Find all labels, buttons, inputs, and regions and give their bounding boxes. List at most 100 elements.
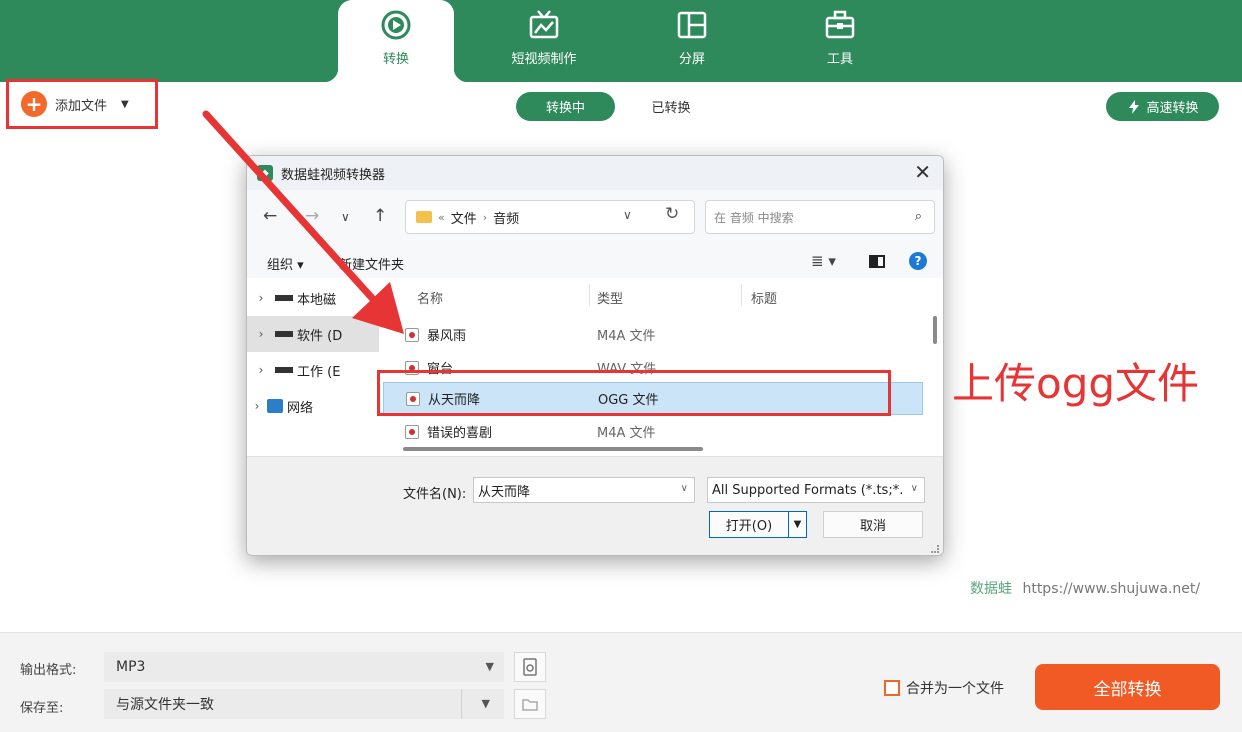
chevron-down-icon: ∨ [908,483,918,494]
dialog-title: 数据蛙视频转换器 [281,167,386,183]
tab-converting[interactable]: 转换中 [516,92,615,121]
column-divider[interactable] [589,284,590,306]
network-icon [267,399,283,413]
tab-label: 转换 [382,52,409,67]
tree-item-network[interactable]: › 网络 [247,388,379,424]
file-type-filter-value: All Supported Formats (*.ts;*. [712,482,904,498]
tree-item-label: 网络 [287,400,314,416]
forward-arrow-icon[interactable]: → [305,206,319,226]
cancel-button[interactable]: 取消 [823,511,923,538]
address-dropdown-icon[interactable]: ∨ [623,208,632,222]
chevron-down-icon[interactable]: ∨ [681,483,688,494]
chevron-right-icon[interactable]: › [247,399,267,413]
breadcrumb-item[interactable]: 音频 [493,208,519,227]
file-type-filter-select[interactable]: All Supported Formats (*.ts;*. ∨ [707,477,925,503]
filename-value: 从天而降 [478,484,531,500]
open-button[interactable]: 打开(O) ▼ [709,511,807,538]
audio-file-icon [405,327,419,342]
column-header-title[interactable]: 标题 [751,288,777,307]
convert-all-button[interactable]: 全部转换 [1035,664,1220,710]
column-divider[interactable] [741,284,742,306]
drive-icon [275,367,293,373]
annotation-highlight-box [377,370,891,416]
filename-label: 文件名(N): [403,487,467,502]
tab-split-screen[interactable]: 分屏 [634,0,750,82]
merge-checkbox[interactable]: 合并为一个文件 [884,678,1004,698]
chevron-right-icon[interactable]: › [247,327,275,341]
recent-chevron-icon[interactable]: ∨ [341,210,350,224]
drive-icon [275,331,293,337]
tree-item-label: 工作 (E [297,364,341,380]
convert-icon [381,10,411,40]
tab-short-video[interactable]: 短视频制作 [486,0,602,82]
vertical-scrollbar[interactable] [933,316,937,344]
filename-input[interactable]: 从天而降 ∨ [473,477,695,503]
plus-circle-icon: + [21,91,47,117]
folder-icon [522,699,538,711]
open-label: 打开(O) [725,519,773,534]
resize-grip[interactable] [931,545,939,553]
tab-tools[interactable]: 工具 [782,0,898,82]
tree-item-label: 本地磁 [297,292,337,308]
annotation-text: 上传ogg文件 [952,359,1200,408]
format-settings-button[interactable] [514,652,546,682]
open-dropdown-caret-icon[interactable]: ▼ [788,512,806,537]
up-arrow-icon[interactable]: ↑ [373,206,387,226]
add-file-button[interactable]: + 添加文件 ▼ [6,79,158,129]
back-arrow-icon[interactable]: ← [263,206,277,226]
tv-icon [529,10,559,39]
tab-converted[interactable]: 已转换 [630,92,712,121]
help-icon[interactable]: ? [909,252,927,270]
tree-item-local-disk[interactable]: › 本地磁 [247,280,379,316]
horizontal-scrollbar[interactable] [403,447,703,451]
view-options-icon[interactable]: ≣ ▾ [811,252,836,270]
fast-convert-button[interactable]: 高速转换 [1106,92,1219,121]
search-icon: ⌕ [914,209,922,224]
file-name: 错误的喜剧 [427,426,493,441]
breadcrumb-item[interactable]: 文件 [451,208,477,227]
fast-convert-label: 高速转换 [1146,101,1199,116]
file-name: 暴风雨 [427,329,467,344]
tree-item-work-drive[interactable]: › 工作 (E [247,352,379,388]
column-header-type[interactable]: 类型 [597,288,623,307]
dropdown-caret-icon[interactable]: ▼ [121,99,129,110]
output-format-select[interactable]: MP3 ▼ [104,652,504,682]
file-list: 名称 类型 标题 暴风雨 M4A 文件 窗台 WAV 文件 从天而降 OGG 文… [383,278,943,456]
dialog-nav-row: ← → ∨ ↑ « 文件 › 音频 ∨ ↻ 在 音频 中搜索 ⌕ [247,190,943,246]
chevron-right-icon[interactable]: › [247,363,275,377]
select-divider [461,689,462,719]
refresh-icon[interactable]: ↻ [665,204,679,224]
add-file-label: 添加文件 [55,98,108,114]
settings-file-icon [523,658,537,676]
save-to-select[interactable]: 与源文件夹一致 ▼ [104,689,504,719]
save-to-value: 与源文件夹一致 [116,697,214,713]
file-row[interactable]: 暴风雨 M4A 文件 [383,318,923,351]
chevron-down-icon: ▼ [485,660,494,673]
new-folder-button[interactable]: 新建文件夹 [339,254,404,273]
output-format-label: 输出格式: [20,663,77,678]
save-to-label: 保存至: [20,701,64,716]
search-input[interactable]: 在 音频 中搜索 ⌕ [705,200,935,234]
drive-icon [275,295,293,301]
tab-label: 工具 [826,52,853,67]
chevron-right-icon[interactable]: › [247,291,275,305]
organize-menu[interactable]: 组织 ▾ [267,254,304,273]
file-row[interactable]: 错误的喜剧 M4A 文件 [383,415,923,448]
preview-pane-icon[interactable] [869,255,885,268]
column-header-name[interactable]: 名称 [417,288,443,307]
tree-item-software-drive[interactable]: › 软件 (D [247,316,379,352]
lightning-icon [1129,99,1140,114]
tree-item-label: 软件 (D [297,328,343,344]
watermark-url: https://www.shujuwa.net/ [1022,581,1201,597]
folder-icon [416,211,432,223]
watermark-brand: 数据蛙 [970,581,1012,597]
tab-convert[interactable]: 转换 [324,0,468,82]
open-folder-button[interactable] [514,689,546,719]
toolbox-icon [825,10,855,39]
tab-label: 分屏 [678,52,705,67]
crumb-separator-icon: › [482,210,488,224]
merge-label: 合并为一个文件 [906,681,1004,697]
close-icon[interactable]: ✕ [914,160,931,184]
output-format-value: MP3 [116,659,146,675]
address-bar[interactable]: « 文件 › 音频 [405,200,695,234]
